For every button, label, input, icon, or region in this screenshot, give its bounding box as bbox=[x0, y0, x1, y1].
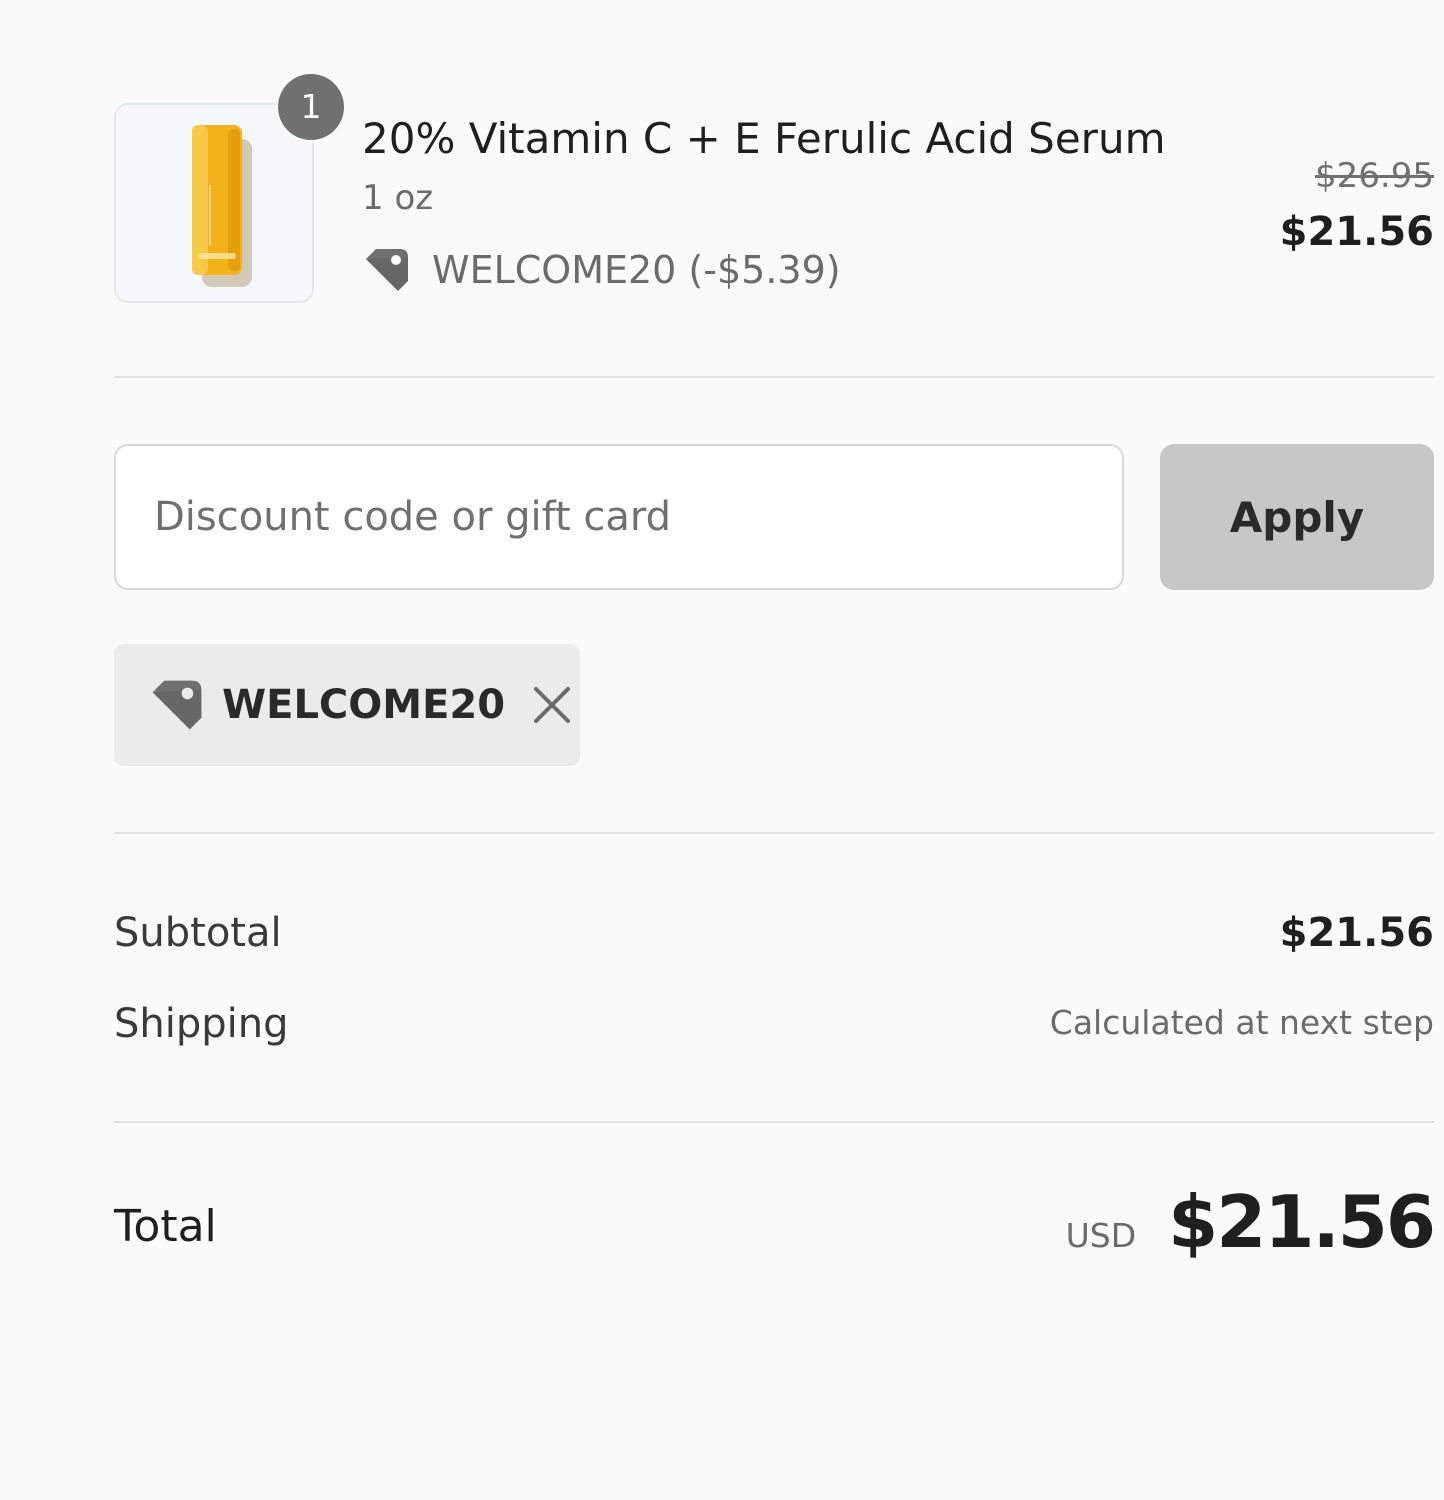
item-discount-label: WELCOME20 (-$5.39) bbox=[432, 248, 841, 292]
divider bbox=[114, 376, 1434, 378]
product-title: 20% Vitamin C + E Ferulic Acid Serum bbox=[362, 114, 1166, 163]
divider bbox=[114, 832, 1434, 834]
product-thumbnail bbox=[114, 103, 314, 303]
tag-icon bbox=[362, 245, 412, 295]
quantity-badge: 1 bbox=[278, 74, 344, 140]
apply-button[interactable]: Apply bbox=[1160, 444, 1434, 590]
product-variant: 1 oz bbox=[362, 178, 434, 218]
close-icon[interactable] bbox=[531, 684, 573, 726]
tag-icon bbox=[148, 676, 206, 734]
subtotal-value: $21.56 bbox=[1279, 910, 1434, 956]
total-currency: USD bbox=[1065, 1216, 1137, 1255]
total-value: $21.56 bbox=[1168, 1180, 1436, 1264]
shipping-label: Shipping bbox=[114, 1001, 289, 1047]
applied-discount-label: WELCOME20 bbox=[222, 682, 506, 728]
item-discount: WELCOME20 (-$5.39) bbox=[362, 240, 841, 300]
subtotal-label: Subtotal bbox=[114, 910, 282, 956]
applied-discount-chip: WELCOME20 bbox=[114, 644, 580, 766]
discount-code-input[interactable] bbox=[114, 444, 1124, 590]
original-price: $26.95 bbox=[1315, 156, 1434, 196]
discounted-price: $21.56 bbox=[1279, 209, 1434, 255]
total-label: Total bbox=[114, 1201, 217, 1252]
total-amount: USD $21.56 bbox=[1065, 1180, 1436, 1264]
order-summary: 1 20% Vitamin C + E Ferulic Acid Serum 1… bbox=[0, 0, 1444, 1500]
shipping-value: Calculated at next step bbox=[1049, 1003, 1434, 1042]
divider bbox=[114, 1121, 1434, 1123]
serum-bottle-icon bbox=[192, 125, 252, 287]
